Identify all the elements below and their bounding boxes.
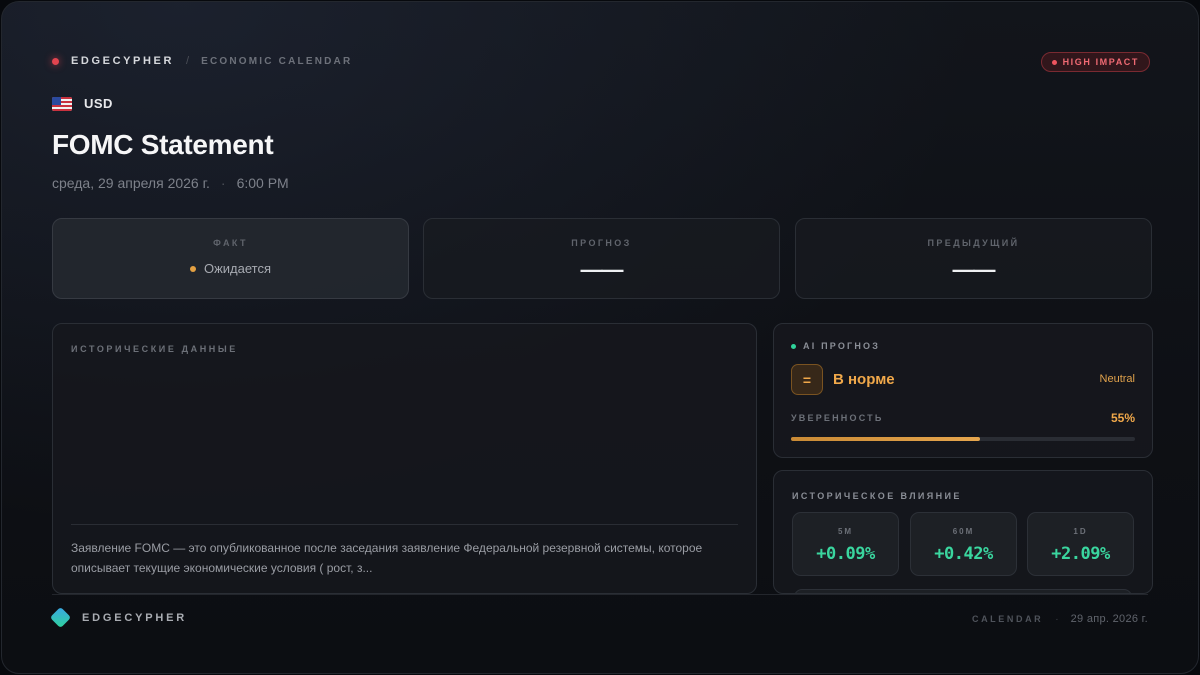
footer-date: 29 апр. 2026 г. xyxy=(1070,613,1148,625)
breadcrumb-separator: / xyxy=(186,55,190,67)
currency-code: USD xyxy=(84,96,113,111)
stat-previous-label: ПРЕДЫДУЩИЙ xyxy=(927,238,1020,248)
event-date: среда, 29 апреля 2026 г. xyxy=(52,175,210,191)
confidence-bar-fill xyxy=(791,437,981,441)
brand-name[interactable]: EDGECYPHER xyxy=(71,55,174,67)
logo-icon xyxy=(49,606,72,629)
equals-icon: = xyxy=(791,364,823,395)
event-title: FOMC Statement xyxy=(52,129,274,160)
impact-value: +2.09% xyxy=(1051,544,1110,564)
divider xyxy=(71,524,738,525)
footer-separator-dot: · xyxy=(1055,613,1059,625)
top-bar: EDGECYPHER / ECONOMIC CALENDAR xyxy=(52,55,352,67)
event-description: Заявление FOMC — это опубликованное посл… xyxy=(71,541,703,575)
stat-actual-value: Ожидается xyxy=(203,261,272,276)
historical-data-title: ИСТОРИЧЕСКИЕ ДАННЫЕ xyxy=(71,344,238,354)
impact-label: 5M xyxy=(837,527,854,536)
impact-badge: HIGH IMPACT xyxy=(1040,52,1150,72)
event-time: 6:00 PM xyxy=(236,175,289,191)
ai-forecast-title: AI ПРОГНОЗ xyxy=(803,341,881,351)
impact-card-1d: 1D +2.09% xyxy=(1027,512,1134,576)
impact-card-5m: 5M +0.09% xyxy=(792,512,899,576)
currency-row: USD xyxy=(52,96,113,111)
stat-forecast-label: ПРОГНОЗ xyxy=(571,238,632,248)
footer-section: CALENDAR xyxy=(971,614,1044,624)
event-card: EDGECYPHER / ECONOMIC CALENDAR HIGH IMPA… xyxy=(1,1,1199,674)
us-flag-icon xyxy=(52,96,72,111)
pending-dot-icon xyxy=(189,265,196,272)
confidence-bar xyxy=(791,437,1135,441)
meta-separator-dot: · xyxy=(220,175,226,191)
breadcrumb-economic-calendar[interactable]: ECONOMIC CALENDAR xyxy=(201,56,352,67)
footer-brand: EDGECYPHER xyxy=(49,606,188,629)
historical-impact-panel: ИСТОРИЧЕСКОЕ ВЛИЯНИЕ 5M +0.09% 60M +0.42… xyxy=(773,470,1153,594)
event-datetime: среда, 29 апреля 2026 г. · 6:00 PM xyxy=(52,175,289,191)
historical-impact-title: ИСТОРИЧЕСКОЕ ВЛИЯНИЕ xyxy=(792,491,962,501)
footer-divider xyxy=(52,594,1148,595)
ai-forecast-status: В норме xyxy=(833,371,895,388)
impact-dot-icon xyxy=(1051,59,1057,65)
ai-status-dot-icon xyxy=(791,343,796,349)
ai-forecast-panel: AI ПРОГНОЗ = В норме Neutral УВЕРЕННОСТЬ… xyxy=(773,323,1153,458)
footer-brand-name: EDGECYPHER xyxy=(82,611,188,624)
impact-label: 60M xyxy=(952,527,975,536)
confidence-value: 55% xyxy=(1110,411,1135,425)
impact-badge-label: HIGH IMPACT xyxy=(1062,57,1139,67)
stat-previous: ПРЕДЫДУЩИЙ —— xyxy=(795,218,1152,299)
ai-sentiment: Neutral xyxy=(1099,373,1135,385)
stat-previous-value: —— xyxy=(952,257,996,282)
footer-meta: CALENDAR · 29 апр. 2026 г. xyxy=(972,613,1148,625)
stat-forecast-value: —— xyxy=(580,257,624,282)
stat-actual: ФАКТ Ожидается xyxy=(52,218,409,299)
stat-actual-label: ФАКТ xyxy=(213,238,248,248)
impact-value: +0.09% xyxy=(816,544,875,564)
live-indicator-icon xyxy=(52,57,59,65)
stat-forecast: ПРОГНОЗ —— xyxy=(423,218,780,299)
impact-label: 1D xyxy=(1073,527,1088,536)
impact-value: +0.42% xyxy=(934,544,993,564)
historical-data-panel: ИСТОРИЧЕСКИЕ ДАННЫЕ Заявление FOMC — это… xyxy=(52,323,757,594)
impact-card-60m: 60M +0.42% xyxy=(910,512,1017,576)
confidence-label: УВЕРЕННОСТЬ xyxy=(791,413,884,423)
